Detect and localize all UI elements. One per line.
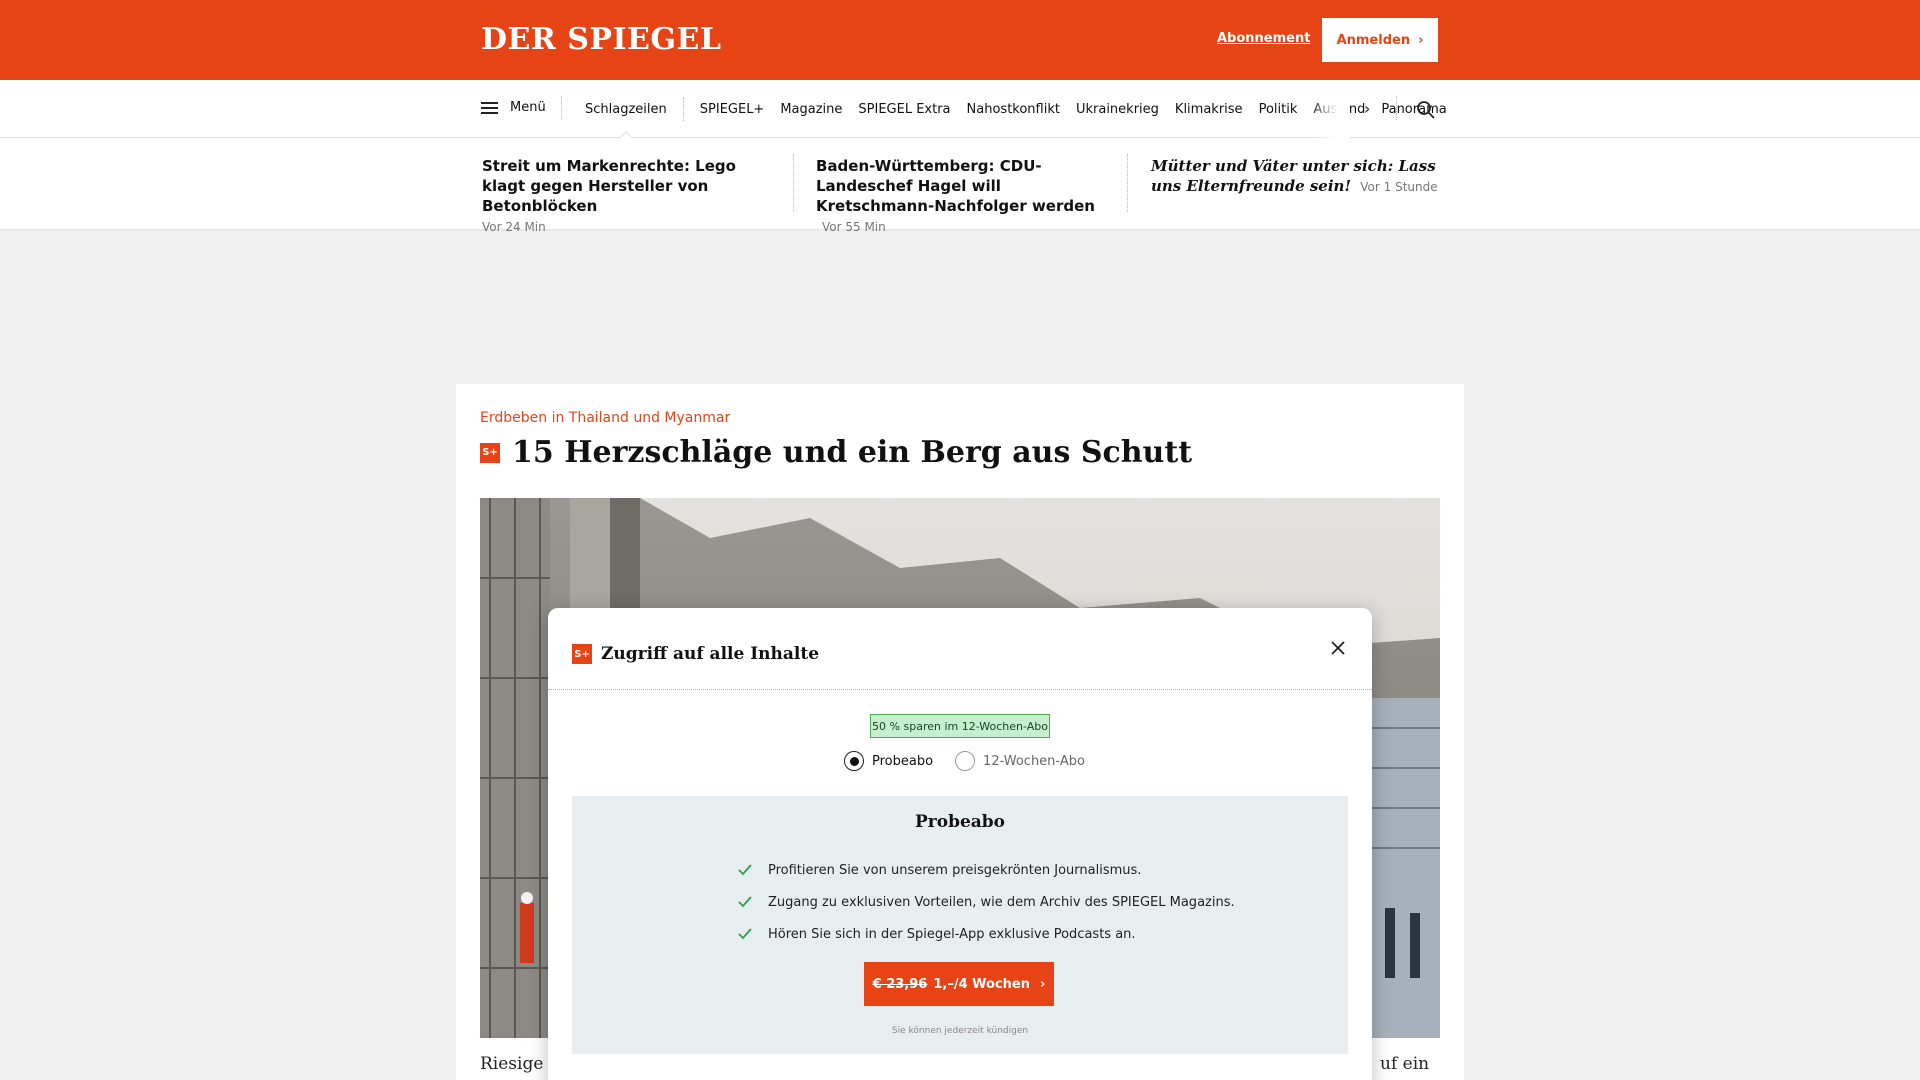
article-teaser-end: uf ein [1380, 1054, 1430, 1074]
plan-option-label: Probeabo [872, 753, 934, 769]
paywall-modal: S+ Zugriff auf alle Inhalte 50 % sparen … [548, 608, 1372, 1080]
nav-item-nahostkonflikt[interactable]: Nahostkonflikt [959, 80, 1068, 138]
offer-title: Probeabo [914, 812, 1006, 832]
nav-item-spiegel-plus[interactable]: SPIEGEL+ [682, 97, 773, 121]
headline-time: Vor 55 Min [822, 220, 886, 234]
headline-divider [1127, 154, 1128, 212]
nav-divider [561, 96, 562, 120]
benefit-item: Profitieren Sie von unserem preisgekrönt… [738, 854, 1235, 886]
modal-header: S+ Zugriff auf alle Inhalte [572, 644, 819, 664]
headline-time: Vor 24 Min [482, 220, 546, 234]
login-button-label: Anmelden [1336, 32, 1411, 48]
close-icon[interactable] [1326, 636, 1350, 660]
article-title-text: 15 Herzschläge und ein Berg aus Schutt [512, 435, 1193, 470]
nav-item-panorama[interactable]: Panorama [1373, 80, 1454, 138]
benefit-item: Zugang zu exklusiven Vorteilen, wie dem … [738, 886, 1235, 918]
nav-divider [1396, 96, 1397, 120]
plan-option-probeabo[interactable]: Probeabo [844, 751, 933, 771]
login-button[interactable]: Anmelden › [1322, 18, 1438, 62]
plan-option-12-wochen[interactable]: 12-Wochen-Abo [955, 751, 1085, 771]
hamburger-icon [481, 101, 498, 114]
plan-option-label: 12-Wochen-Abo [983, 753, 1085, 769]
main-navigation: Menü Schlagzeilen SPIEGEL+ Magazine SPIE… [0, 80, 1920, 138]
benefit-text: Zugang zu exklusiven Vorteilen, wie dem … [768, 894, 1235, 910]
spiegel-plus-icon: S+ [572, 644, 592, 664]
benefit-text: Hören Sie sich in der Spiegel-App exklus… [768, 926, 1136, 942]
nav-item-schlagzeilen[interactable]: Schlagzeilen [577, 80, 675, 138]
headline-item[interactable]: Mütter und Väter unter sich: Lass uns El… [1151, 156, 1441, 197]
site-logo[interactable]: DER SPIEGEL [481, 22, 721, 57]
nav-item-magazine[interactable]: Magazine [772, 80, 850, 138]
savings-badge: 50 % sparen im 12-Wochen-Abo [870, 714, 1050, 738]
radio-selected-icon[interactable] [844, 751, 864, 771]
article-title[interactable]: S+ 15 Herzschläge und ein Berg aus Schut… [480, 435, 1192, 470]
benefit-list: Profitieren Sie von unserem preisgekrönt… [738, 854, 1235, 950]
nav-item-klimakrise[interactable]: Klimakrise [1167, 80, 1251, 138]
modal-title: Zugriff auf alle Inhalte [601, 644, 820, 664]
article-kicker[interactable]: Erdbeben in Thailand und Myanmar [480, 410, 730, 426]
headline-ticker: Streit um Markenrechte: Lego klagt gegen… [0, 138, 1920, 234]
new-price: 1,–/4 Wochen [933, 976, 1030, 992]
menu-label: Menü [510, 100, 546, 115]
old-price: € 23,96 [872, 976, 928, 992]
checkmark-icon [738, 896, 752, 908]
menu-button[interactable]: Menü [481, 100, 546, 115]
subscribe-button[interactable]: € 23,96 1,–/4 Wochen › [864, 962, 1054, 1006]
chevron-right-icon: › [1418, 32, 1424, 48]
modal-divider [548, 689, 1372, 690]
checkmark-icon [738, 864, 752, 876]
benefit-item: Hören Sie sich in der Spiegel-App exklus… [738, 918, 1235, 950]
spiegel-plus-icon: S+ [480, 442, 500, 463]
benefit-text: Profitieren Sie von unserem preisgekrönt… [768, 862, 1142, 878]
subscription-link[interactable]: Abonnement [1217, 31, 1310, 46]
offer-box: Probeabo Profitieren Sie von unserem pre… [572, 796, 1348, 1054]
chevron-right-icon: › [1040, 976, 1046, 992]
headline-text: Baden-Württemberg: CDU-Landeschef Hagel … [816, 157, 1095, 215]
headline-text: Streit um Markenrechte: Lego klagt gegen… [482, 157, 736, 215]
nav-item-politik[interactable]: Politik [1251, 80, 1306, 138]
radio-unselected-icon[interactable] [955, 751, 976, 771]
headline-time: Vor 1 Stunde [1360, 180, 1438, 194]
search-icon[interactable] [1416, 100, 1436, 120]
headline-item[interactable]: Streit um Markenrechte: Lego klagt gegen… [482, 156, 772, 237]
plan-selector: Probeabo 12-Wochen-Abo [844, 751, 1085, 771]
headline-divider [793, 154, 794, 212]
site-header: DER SPIEGEL Abonnement Anmelden › [0, 0, 1920, 80]
checkmark-icon [738, 928, 752, 940]
nav-fade [1310, 80, 1350, 138]
nav-item-ukrainekrieg[interactable]: Ukrainekrieg [1068, 80, 1167, 138]
chevron-right-icon[interactable]: › [1364, 99, 1370, 118]
cancel-note: Sie können jederzeit kündigen [891, 1026, 1029, 1036]
nav-item-spiegel-extra[interactable]: SPIEGEL Extra [850, 80, 958, 138]
headline-item[interactable]: Baden-Württemberg: CDU-Landeschef Hagel … [816, 156, 1116, 237]
